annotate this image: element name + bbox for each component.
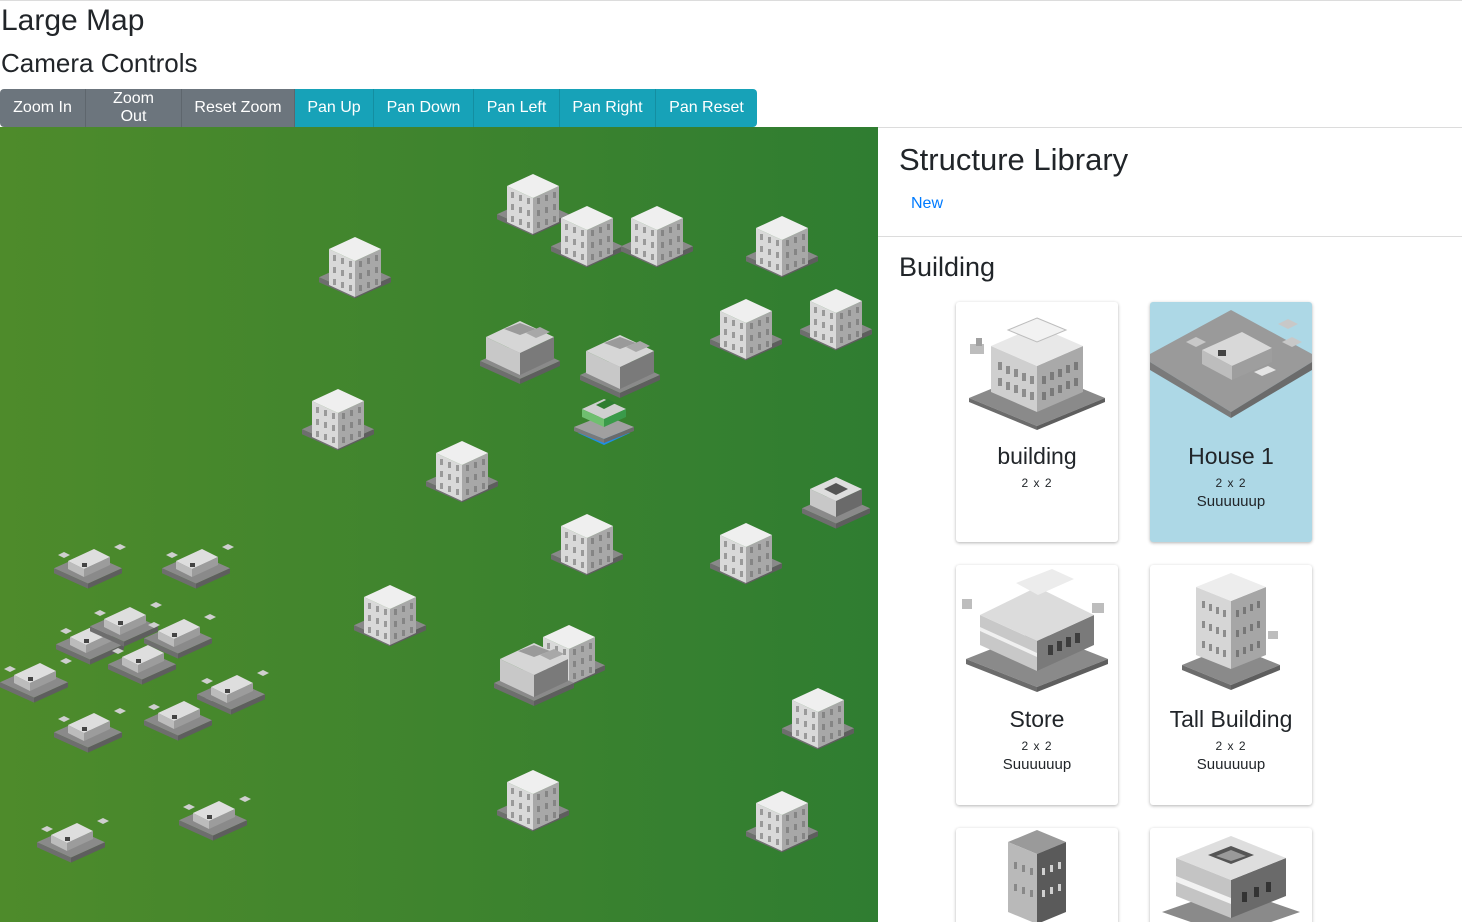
map-structure-tall-building[interactable] [319, 237, 391, 299]
map-structure-tall-building[interactable] [710, 523, 782, 585]
card-name: Store [1009, 706, 1065, 732]
card-description: Suuuuuup [1002, 756, 1072, 773]
map-structure-store[interactable] [480, 321, 560, 384]
map-structure-tall-building[interactable] [782, 688, 854, 750]
store-icon [962, 569, 1108, 692]
map-structure-tall-building[interactable] [746, 216, 818, 278]
structure-card-building[interactable]: building 2 x 2 [956, 302, 1118, 542]
structure-card-tall-building[interactable]: Tall Building 2 x 2 Suuuuuup [1150, 565, 1312, 805]
tall-building-icon [1182, 573, 1280, 690]
map-structure-tall-building[interactable] [710, 299, 782, 361]
pan-down-button[interactable]: Pan Down [374, 89, 474, 127]
map-structure-tall-building[interactable] [551, 514, 623, 576]
pan-reset-button[interactable]: Pan Reset [656, 89, 757, 127]
camera-toolbar: Zoom In Zoom Out Reset Zoom Pan Up Pan D… [0, 89, 757, 127]
structure-library-title: Structure Library [899, 142, 1129, 177]
shop-icon [1162, 836, 1300, 922]
map-structure-house[interactable] [197, 670, 269, 715]
pan-right-button[interactable]: Pan Right [560, 89, 656, 127]
card-name: building [997, 443, 1077, 469]
map-structure-store[interactable] [580, 335, 660, 398]
card-size: 2 x 2 [1021, 476, 1053, 490]
camera-controls-heading: Camera Controls [1, 48, 198, 78]
map-structure-house[interactable] [54, 708, 126, 753]
divider [878, 236, 1462, 237]
card-size: 2 x 2 [1021, 739, 1053, 753]
zoom-in-button[interactable]: Zoom In [0, 89, 86, 127]
map-structure-house[interactable] [162, 544, 234, 589]
structure-card-tower[interactable] [956, 828, 1118, 922]
structure-card-house-1[interactable]: House 1 2 x 2 Suuuuuup [1150, 302, 1312, 542]
building-section-title: Building [899, 252, 996, 282]
card-size: 2 x 2 [1215, 476, 1247, 490]
map-structure-tall-building[interactable] [497, 770, 569, 832]
map-structure-tall-building[interactable] [426, 441, 498, 503]
pan-up-button[interactable]: Pan Up [295, 89, 374, 127]
map-structure-tall-building[interactable] [746, 791, 818, 853]
zoom-out-button[interactable]: Zoom Out [86, 89, 182, 127]
card-size: 2 x 2 [1215, 739, 1247, 753]
map-structure-tall-building[interactable] [800, 289, 872, 351]
tower-icon [1008, 830, 1066, 922]
map-structure-house[interactable] [54, 544, 126, 589]
structure-card-store[interactable]: Store 2 x 2 Suuuuuup [956, 565, 1118, 805]
page-title: Large Map [1, 4, 145, 37]
structure-card-shop[interactable] [1150, 828, 1312, 922]
map-structure-tall-building[interactable] [354, 585, 426, 647]
map-structures[interactable] [0, 127, 878, 922]
new-structure-link[interactable]: New [911, 195, 943, 213]
card-name: Tall Building [1169, 706, 1293, 732]
structure-library-panel: Structure Library New Building building … [878, 127, 1462, 922]
card-description: Suuuuuup [1196, 493, 1266, 510]
map-canvas[interactable] [0, 127, 878, 922]
house-icon [1150, 310, 1312, 418]
office-building-icon [969, 317, 1105, 430]
reset-zoom-button[interactable]: Reset Zoom [182, 89, 295, 127]
map-structure-tall-building[interactable] [621, 206, 693, 268]
map-structure-house[interactable] [37, 818, 109, 863]
card-name: House 1 [1188, 443, 1274, 469]
pan-left-button[interactable]: Pan Left [474, 89, 560, 127]
map-structure-tall-building[interactable] [497, 174, 569, 236]
map-structure-house[interactable] [179, 796, 251, 841]
map-structure-house[interactable] [0, 658, 72, 703]
map-structure-shop[interactable] [802, 477, 870, 529]
map-structure-selected-structure[interactable] [574, 399, 634, 445]
card-description: Suuuuuup [1196, 756, 1266, 773]
map-structure-tall-building[interactable] [302, 389, 374, 451]
